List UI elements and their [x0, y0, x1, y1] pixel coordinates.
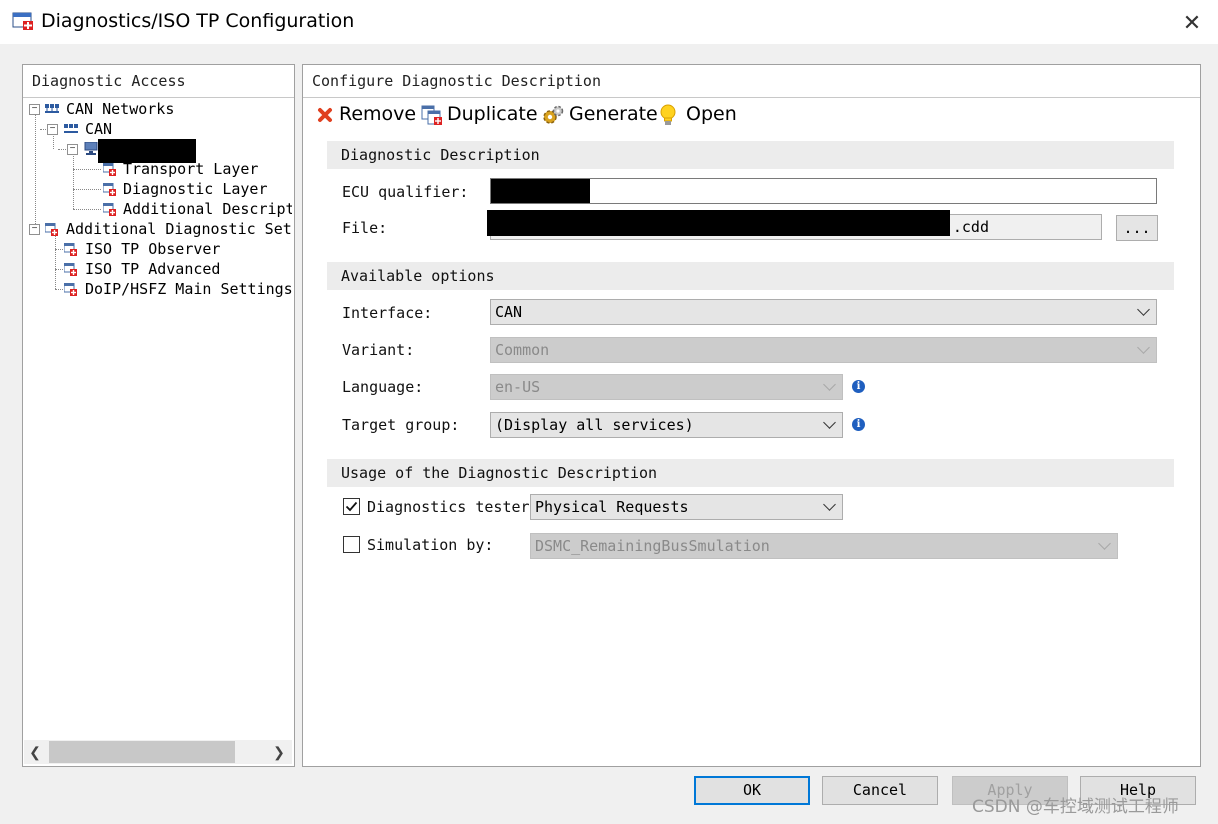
generate-label: Generate: [569, 103, 658, 125]
duplicate-icon: [421, 105, 442, 125]
chevron-down-icon: [1098, 537, 1111, 550]
tree-item-additional-descript[interactable]: Additional Descript: [123, 199, 292, 219]
generate-button[interactable]: Generate: [542, 98, 658, 130]
language-label: Language:: [342, 378, 424, 396]
target-group-info-icon[interactable]: i: [852, 418, 865, 431]
tree-toggle-can[interactable]: −: [47, 124, 58, 135]
tree-toggle-ecu[interactable]: −: [67, 144, 78, 155]
tester-request-select[interactable]: Physical Requests: [530, 494, 843, 520]
open-button[interactable]: Open: [659, 98, 737, 130]
tree-item-can-networks[interactable]: CAN Networks: [66, 99, 174, 119]
diagnostics-tester-label[interactable]: Diagnostics tester: [367, 495, 530, 519]
browse-file-button[interactable]: ...: [1116, 215, 1158, 241]
checkmark-icon: [345, 501, 358, 512]
chevron-down-icon: [1137, 341, 1150, 354]
tree-item-additional-diagnostic-settings[interactable]: Additional Diagnostic Set: [66, 219, 292, 239]
tree-item-can[interactable]: CAN: [85, 119, 112, 139]
settings-page-icon: [103, 163, 116, 176]
interface-label: Interface:: [342, 304, 433, 322]
tester-request-value: Physical Requests: [535, 498, 689, 516]
remove-icon: [318, 107, 332, 122]
ok-button[interactable]: OK: [694, 776, 810, 805]
tree-toggle-can-networks[interactable]: −: [29, 104, 40, 115]
settings-page-icon: [103, 203, 116, 216]
gears-icon: [543, 105, 564, 124]
chevron-down-icon: [823, 416, 836, 429]
chevron-down-icon: [1137, 303, 1150, 316]
section-available-options: Available options: [327, 262, 1174, 290]
target-group-value: (Display all services): [495, 416, 694, 434]
simulation-checkbox[interactable]: [343, 536, 360, 553]
panel-header-diagnostic-access: Diagnostic Access: [23, 65, 294, 98]
network-icon: [64, 124, 78, 133]
watermark: CSDN @车控域测试工程师: [972, 797, 1179, 817]
scroll-left-icon[interactable]: ❮: [24, 740, 46, 764]
target-group-select[interactable]: (Display all services): [490, 412, 843, 438]
language-select: en-US: [490, 374, 843, 400]
diagnostics-tester-checkbox[interactable]: [343, 498, 360, 515]
tree-item-iso-tp-observer[interactable]: ISO TP Observer: [85, 239, 220, 259]
scrollbar-thumb[interactable]: [49, 741, 235, 763]
tree-item-diagnostic-layer[interactable]: Diagnostic Layer: [123, 179, 268, 199]
interface-value: CAN: [495, 303, 523, 321]
target-group-label: Target group:: [342, 416, 460, 434]
simulation-by-label[interactable]: Simulation by:: [367, 533, 493, 557]
settings-page-icon: [64, 263, 77, 276]
redacted-ecu-qualifier: [491, 179, 590, 203]
section-usage: Usage of the Diagnostic Description: [327, 459, 1174, 487]
close-icon[interactable]: ✕: [1170, 6, 1214, 40]
language-value: en-US: [495, 378, 541, 396]
duplicate-label: Duplicate: [447, 103, 538, 125]
simulation-value: DSMC_RemainingBusSmulation: [535, 537, 770, 555]
open-label: Open: [686, 103, 737, 125]
chevron-down-icon: [823, 378, 836, 391]
scroll-right-icon[interactable]: ❯: [268, 740, 290, 764]
panel-header-configure: Configure Diagnostic Description: [303, 65, 1200, 98]
remove-button[interactable]: Remove: [317, 98, 416, 130]
interface-select[interactable]: CAN: [490, 299, 1157, 325]
ecu-qualifier-label: ECU qualifier:: [342, 183, 469, 201]
duplicate-button[interactable]: Duplicate: [421, 98, 538, 130]
toolbar: Remove Duplicate Generate Open: [305, 98, 1198, 130]
tree-toggle-additional-diagnostic[interactable]: −: [29, 224, 40, 235]
variant-label: Variant:: [342, 341, 415, 359]
chevron-down-icon: [823, 498, 836, 511]
settings-page-icon: [64, 243, 77, 256]
app-icon: [12, 12, 33, 30]
window-title: Diagnostics/ISO TP Configuration: [41, 10, 355, 32]
tree-item-doip-hsfz-main-settings[interactable]: DoIP/HSFZ Main Settings: [85, 279, 292, 299]
ecu-node-icon: [84, 142, 98, 155]
settings-page-icon: [64, 283, 77, 296]
remove-label: Remove: [339, 103, 417, 125]
variant-value: Common: [495, 341, 550, 359]
section-diagnostic-description: Diagnostic Description: [327, 141, 1174, 169]
file-label: File:: [342, 219, 388, 237]
network-icon: [45, 104, 59, 113]
tree-item-transport-layer[interactable]: Transport Layer: [123, 159, 258, 179]
tree-item-iso-tp-advanced[interactable]: ISO TP Advanced: [85, 259, 220, 279]
settings-page-icon: [45, 223, 58, 236]
lightbulb-icon: [660, 104, 676, 125]
redacted-file-path: [487, 210, 950, 236]
cancel-button[interactable]: Cancel: [822, 776, 938, 805]
variant-select: Common: [490, 337, 1157, 363]
simulation-select: DSMC_RemainingBusSmulation: [530, 533, 1118, 559]
settings-page-icon: [103, 183, 116, 196]
ecu-qualifier-input[interactable]: [490, 178, 1157, 204]
language-info-icon[interactable]: i: [852, 380, 865, 393]
